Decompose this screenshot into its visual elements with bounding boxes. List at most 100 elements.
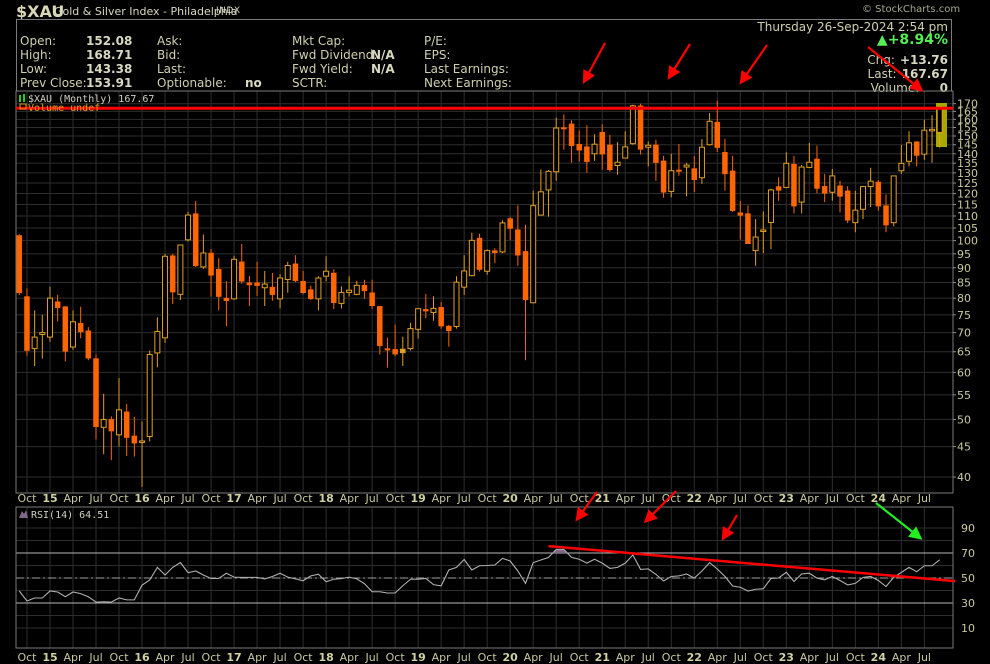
- candle: [492, 248, 498, 264]
- candle-body: [238, 261, 245, 282]
- candle: [515, 205, 521, 266]
- candle: [331, 269, 337, 310]
- candle: [246, 275, 253, 307]
- date-tick-label: 24: [871, 651, 887, 664]
- rsi-tick-label: 30: [961, 597, 975, 610]
- candle-body: [936, 106, 943, 133]
- candle-body: [453, 281, 460, 327]
- stock-chart: 4045505560657075808590951001051101151201…: [15, 42, 978, 664]
- date-tick-label: 16: [134, 492, 150, 505]
- candle-body: [392, 349, 398, 355]
- date-tick-label: Oct: [202, 492, 222, 505]
- candle: [292, 255, 299, 283]
- volume-legend-text: Volume undef: [28, 103, 100, 114]
- candle-body: [591, 143, 598, 155]
- candle: [484, 249, 491, 275]
- candle-body: [860, 186, 866, 210]
- candle: [683, 162, 690, 197]
- candle-body: [913, 141, 920, 156]
- candle: [507, 216, 513, 240]
- date-tick-label: Oct: [294, 492, 314, 505]
- candle: [93, 354, 99, 440]
- candle-body: [629, 105, 636, 145]
- date-tick-label: 15: [42, 492, 57, 505]
- price-tick-label: 85: [957, 277, 971, 290]
- date-tick-label: Jul: [88, 651, 102, 664]
- candle-body: [377, 306, 383, 347]
- date-tick-label: Apr: [432, 651, 452, 664]
- date-tick-label: Jul: [825, 492, 839, 505]
- candle-body: [553, 127, 560, 173]
- candle-body: [461, 270, 468, 288]
- candle: [883, 194, 889, 233]
- date-tick-label: Oct: [294, 651, 314, 664]
- candle-body: [499, 222, 506, 253]
- candle: [308, 285, 314, 301]
- candle-body: [208, 252, 214, 276]
- candle-body: [829, 175, 836, 193]
- candle-body: [430, 307, 437, 313]
- candle: [852, 190, 859, 233]
- candle-body: [200, 252, 207, 268]
- candle: [323, 256, 330, 282]
- date-tick-label: Apr: [524, 651, 544, 664]
- rsi-axis: 10 30 50 70 90: [961, 522, 975, 635]
- candle-body: [277, 277, 284, 300]
- candle-body: [77, 322, 84, 333]
- candle-body: [645, 144, 652, 148]
- candle-body: [798, 166, 805, 203]
- candle-body: [415, 308, 422, 330]
- candle-body: [545, 170, 552, 191]
- candle: [921, 119, 928, 160]
- candle: [400, 336, 406, 367]
- candle: [767, 188, 774, 249]
- date-tick-label: Jul: [549, 651, 563, 664]
- candle-body: [269, 286, 276, 295]
- candle: [31, 310, 38, 367]
- candle-body: [62, 306, 69, 352]
- candle: [369, 279, 375, 310]
- candle-body: [698, 146, 705, 179]
- candle-body: [162, 255, 169, 339]
- candle-body: [722, 152, 728, 175]
- candle: [16, 234, 23, 295]
- candle-body: [507, 218, 513, 229]
- candle: [215, 258, 222, 311]
- green-arrow-icon: [875, 502, 923, 540]
- date-tick-label: Oct: [846, 492, 866, 505]
- candle-body: [69, 321, 76, 348]
- date-tick-label: Oct: [386, 492, 406, 505]
- rsi-legend-text: RSI(14) 64.51: [31, 510, 109, 521]
- candle: [269, 272, 276, 301]
- candle-body: [315, 277, 322, 300]
- candle-body: [215, 268, 222, 297]
- candle-body: [837, 185, 843, 197]
- candle: [468, 232, 475, 277]
- candle-body: [653, 144, 659, 163]
- candle-body: [561, 127, 567, 130]
- price-tick-label: 80: [957, 292, 971, 305]
- candle: [660, 155, 667, 198]
- price-tick-label: 110: [957, 210, 978, 223]
- candle: [338, 286, 345, 309]
- candle: [814, 145, 820, 194]
- date-tick-label: Apr: [892, 651, 912, 664]
- candle: [453, 276, 460, 329]
- candle: [476, 233, 483, 272]
- candle: [676, 144, 682, 176]
- candle-body: [637, 105, 644, 150]
- candle-body: [706, 120, 713, 146]
- candle-body: [622, 146, 629, 159]
- price-tick-label: 55: [957, 389, 971, 402]
- date-tick-label: Oct: [17, 492, 37, 505]
- candle: [798, 165, 805, 214]
- date-tick-label: Oct: [570, 492, 590, 505]
- date-tick-label: Jul: [917, 651, 931, 664]
- candle-body: [683, 164, 690, 168]
- candle: [821, 174, 828, 203]
- candle: [46, 286, 53, 342]
- candle: [69, 310, 76, 350]
- candle-body: [353, 284, 360, 295]
- date-tick-label: Apr: [708, 651, 728, 664]
- date-tick-label: 15: [42, 651, 57, 664]
